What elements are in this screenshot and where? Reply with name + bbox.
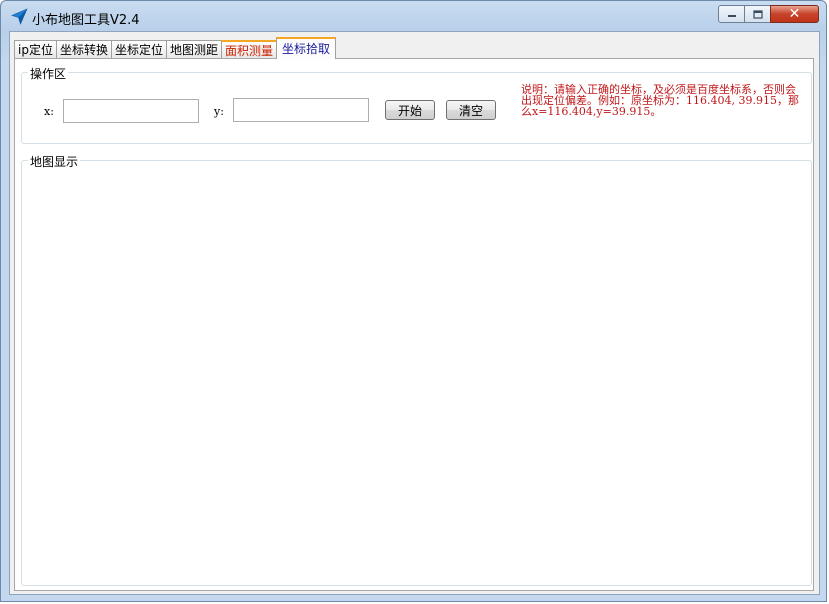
tab-coordinate-convert[interactable]: 坐标转换 — [55, 40, 112, 59]
tab-strip: ip定位 坐标转换 坐标定位 地图测距 面积测量 坐标拾取 — [14, 37, 337, 59]
tab-ip-location[interactable]: ip定位 — [14, 40, 57, 59]
title-bar[interactable]: 小布地图工具V2.4 ✕ — [1, 1, 828, 31]
tab-page-coordinate-pick: 操作区 x: y: 开始 清空 说明：请输入正确的坐标，及必须是百度坐标系，否则… — [14, 58, 814, 591]
minimize-icon — [727, 15, 736, 17]
start-button[interactable]: 开始 — [385, 100, 435, 120]
tab-area-measure[interactable]: 面积测量 — [221, 40, 278, 59]
maximize-button[interactable] — [744, 5, 771, 23]
tab-coordinate-locate[interactable]: 坐标定位 — [110, 40, 167, 59]
instruction-note: 说明：请输入正确的坐标，及必须是百度坐标系，否则会出现定位偏差。例如：原坐标为：… — [521, 83, 799, 118]
client-area: ip定位 坐标转换 坐标定位 地图测距 面积测量 坐标拾取 操作区 x: y: … — [9, 31, 820, 595]
maximize-icon — [752, 9, 763, 19]
x-input[interactable] — [63, 99, 199, 123]
clear-button[interactable]: 清空 — [446, 100, 496, 120]
window-title: 小布地图工具V2.4 — [32, 13, 140, 28]
tab-coordinate-pick[interactable]: 坐标拾取 — [276, 37, 337, 59]
close-icon: ✕ — [788, 6, 801, 22]
y-input[interactable] — [233, 98, 369, 122]
app-window: 小布地图工具V2.4 ✕ ip定位 坐标转换 坐标定位 地图测距 面积测量 坐标… — [0, 0, 827, 602]
navigation-arrow-icon — [11, 8, 28, 25]
map-display-area[interactable] — [22, 167, 811, 585]
close-button[interactable]: ✕ — [770, 5, 819, 23]
minimize-button[interactable] — [718, 5, 745, 23]
tab-map-distance[interactable]: 地图测距 — [165, 40, 222, 59]
map-group: 地图显示 — [21, 153, 812, 586]
x-label: x: — [44, 105, 54, 118]
operation-group-title: 操作区 — [28, 65, 69, 82]
y-label: y: — [214, 105, 224, 118]
operation-group: 操作区 x: y: 开始 清空 说明：请输入正确的坐标，及必须是百度坐标系，否则… — [21, 65, 812, 144]
